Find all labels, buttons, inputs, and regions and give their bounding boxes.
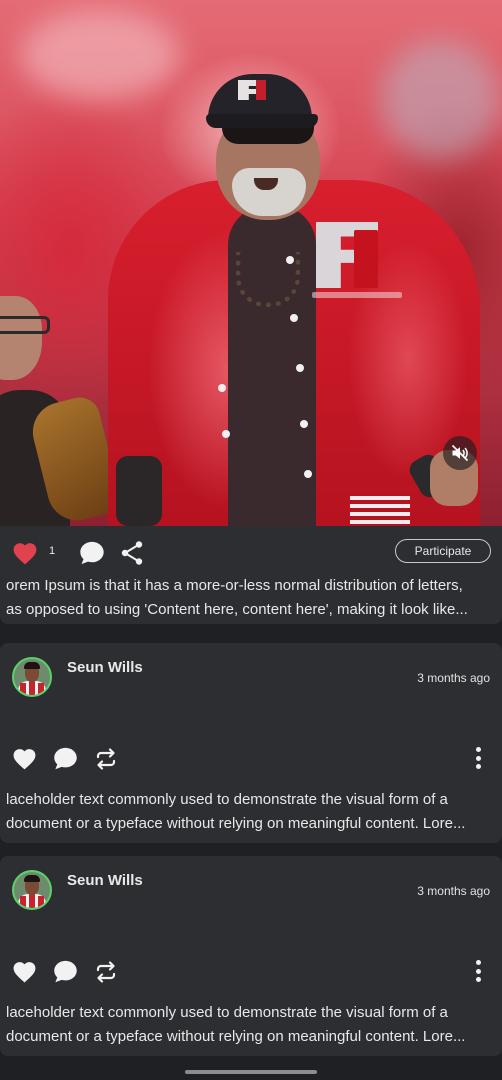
comment-username[interactable]: Seun Wills [67,659,143,676]
more-dot [475,977,481,982]
more-options-icon[interactable] [468,743,488,773]
stage-light [380,40,500,160]
jacket-cuff [350,496,410,526]
avatar-hair [24,875,40,882]
comment-icon[interactable] [52,745,79,772]
home-indicator[interactable] [185,1070,317,1074]
avatar[interactable] [12,657,52,697]
more-dot [475,747,481,752]
comment-icon[interactable] [52,958,79,985]
comment-timestamp: 3 months ago [417,671,490,685]
performer-cap-brim [206,114,318,128]
repost-icon[interactable] [93,961,119,983]
jacket-snap [290,314,298,322]
more-options-icon[interactable] [468,956,488,986]
jacket-snap [222,430,230,438]
avatar[interactable] [12,870,52,910]
performer-glove [116,456,162,526]
mute-toggle-button[interactable] [443,436,477,470]
jacket-snap [304,470,312,478]
more-dot [475,960,481,965]
comment-username[interactable]: Seun Wills [67,872,143,889]
background-person-glasses [0,316,50,334]
repost-icon[interactable] [93,748,119,770]
heart-icon[interactable] [12,960,37,983]
jacket-snap [296,364,304,372]
cap-logo-accent [256,80,266,100]
background-person-head [0,296,42,380]
jacket-snap [218,384,226,392]
like-heart-icon[interactable] [12,541,38,565]
avatar-tie [29,681,35,695]
comment-text-line: document or a typeface without relying o… [6,1028,466,1045]
comment-text-line: laceholder text commonly used to demonst… [6,791,448,808]
more-dot [475,764,481,769]
avatar-apron [38,683,44,695]
avatar-apron [20,683,26,695]
comment-icon[interactable] [78,539,106,567]
jacket-snap [286,256,294,264]
video-player[interactable] [0,0,502,526]
avatar-tie [29,894,35,908]
comment-card: Seun Wills 3 months ago laceholder text … [0,856,502,1056]
comment-text-line: document or a typeface without relying o… [6,815,466,832]
stage-light [20,10,180,100]
jacket-snap [300,420,308,428]
post-description-line: orem Ipsum is that it has a more-or-less… [6,577,463,594]
avatar-apron [38,896,44,908]
volume-muted-icon [451,444,469,462]
avatar-apron [20,896,26,908]
jacket-patch-text [312,292,402,298]
more-dot [475,968,481,974]
performer-beard [232,168,306,216]
heart-icon[interactable] [12,747,37,770]
post-description[interactable]: orem Ipsum is that it has a more-or-less… [6,574,498,622]
comment-card: Seun Wills 3 months ago laceholder text … [0,643,502,843]
comment-timestamp: 3 months ago [417,884,490,898]
more-dot [475,755,481,761]
post-action-card: Participate orem Ipsum is that it has a … [0,526,502,624]
participate-button[interactable]: Participate [395,539,491,563]
like-count: 1 [49,545,56,557]
share-icon[interactable] [120,540,144,566]
jacket-logo-accent [354,230,378,288]
comment-text[interactable]: laceholder text commonly used to demonst… [6,788,496,836]
comment-text[interactable]: laceholder text commonly used to demonst… [6,1001,496,1049]
comment-text-line: laceholder text commonly used to demonst… [6,1004,448,1021]
post-action-bar: Participate [0,526,502,576]
post-description-line: as opposed to using 'Content here, conte… [6,601,468,618]
avatar-hair [24,662,40,669]
